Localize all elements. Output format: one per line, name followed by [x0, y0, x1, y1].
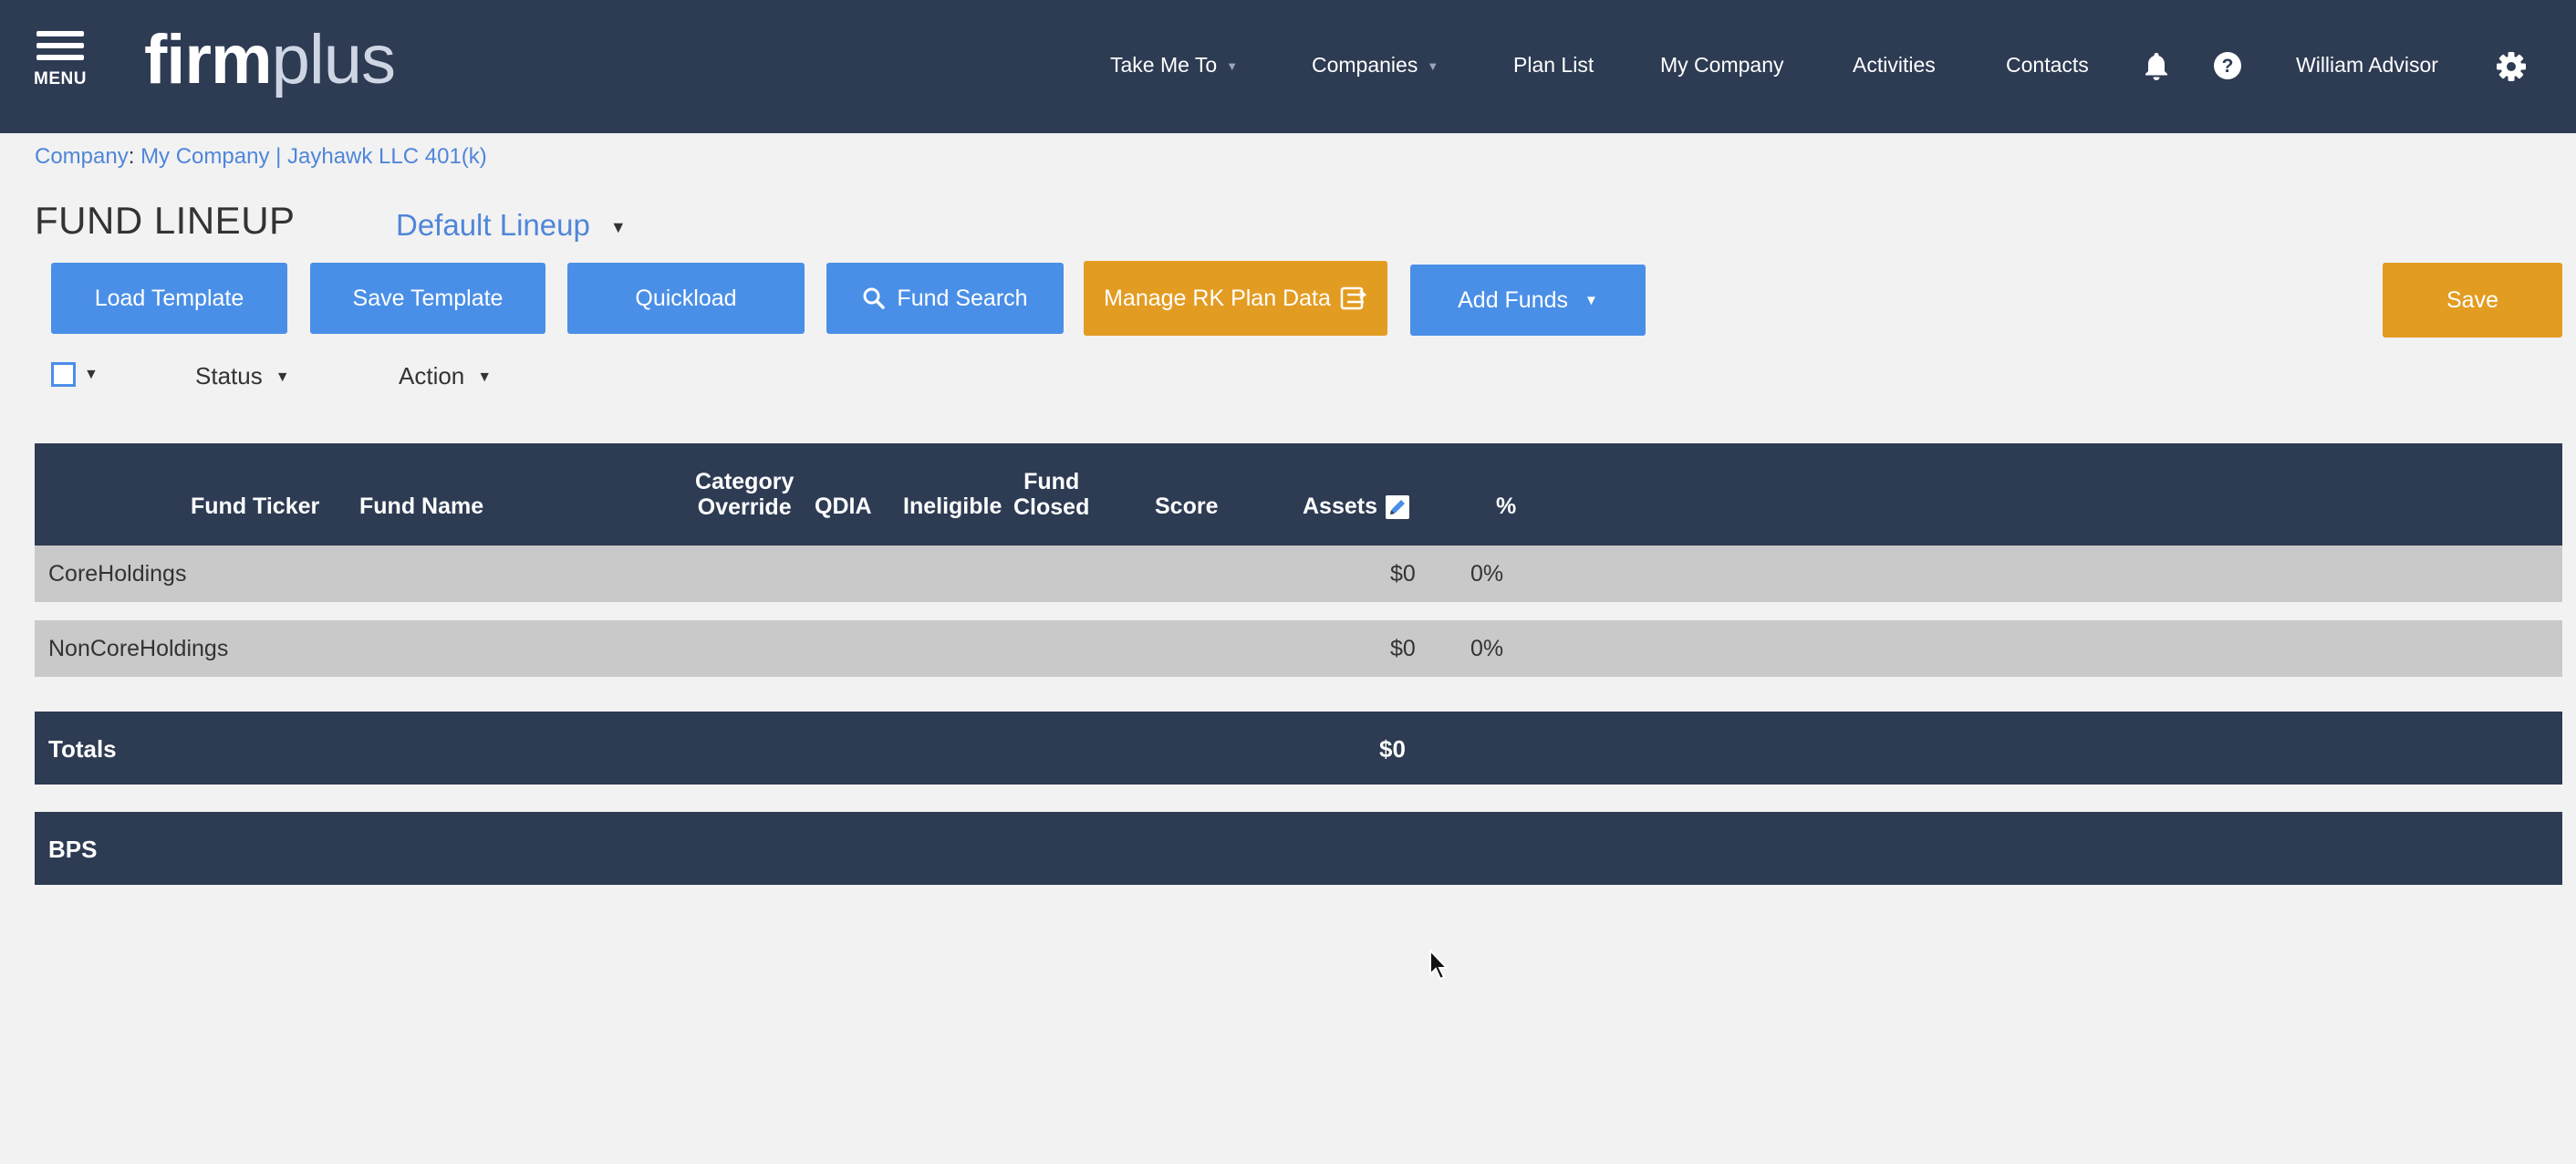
lineup-dropdown-value: Default Lineup: [396, 208, 590, 242]
select-all-checkbox[interactable]: [51, 362, 76, 387]
col-category-override-line2: Override: [697, 494, 792, 520]
bps-label: BPS: [48, 836, 98, 863]
table-row-noncore-holdings[interactable]: NonCoreHoldings $0 0%: [35, 620, 2562, 677]
table-row-core-holdings[interactable]: CoreHoldings $0 0%: [35, 546, 2562, 602]
col-fund-closed-line2: Closed: [1013, 494, 1090, 520]
breadcrumb-current-company[interactable]: My Company | Jayhawk LLC 401(k): [140, 144, 487, 169]
select-dropdown-triangle-icon[interactable]: ▼: [84, 367, 99, 383]
col-fund-name[interactable]: Fund Name: [359, 494, 483, 519]
menu-label: MENU: [34, 69, 87, 88]
group-percent: 0%: [1470, 561, 1504, 587]
col-qdia[interactable]: QDIA: [815, 494, 872, 519]
add-funds-label: Add Funds: [1458, 286, 1569, 313]
col-ineligible[interactable]: Ineligible: [903, 494, 1002, 519]
mouse-cursor-icon: [1428, 948, 1450, 986]
triangle-down-icon: ▼: [275, 369, 290, 386]
nav-companies-label: Companies: [1312, 53, 1418, 77]
col-fund-closed[interactable]: Fund Closed: [1013, 469, 1089, 520]
status-filter-label: Status: [195, 362, 263, 390]
col-category-override[interactable]: Category Override: [695, 469, 794, 520]
group-name: NonCoreHoldings: [48, 636, 229, 661]
triangle-down-icon: ▼: [1584, 292, 1598, 308]
action-filter-label: Action: [399, 362, 465, 390]
logo-plus: plus: [271, 21, 396, 99]
hamburger-icon-bar: [36, 55, 84, 60]
save-template-button[interactable]: Save Template: [310, 263, 545, 334]
quickload-button[interactable]: Quickload: [567, 263, 805, 334]
breadcrumb: Company: My Company | Jayhawk LLC 401(k): [35, 144, 487, 170]
hamburger-icon: [36, 31, 84, 36]
group-name: CoreHoldings: [48, 561, 187, 587]
bell-icon[interactable]: [2144, 51, 2169, 85]
chevron-down-icon: ▼: [1427, 59, 1439, 74]
nav-take-me-to[interactable]: Take Me To ▼: [1110, 53, 1238, 78]
triangle-down-icon: ▼: [609, 217, 627, 236]
export-icon: [1340, 286, 1366, 310]
search-icon: [863, 287, 886, 309]
gear-icon[interactable]: [2496, 51, 2527, 87]
col-fund-ticker[interactable]: Fund Ticker: [191, 494, 319, 519]
breadcrumb-separator: :: [128, 144, 135, 169]
load-template-button[interactable]: Load Template: [51, 263, 287, 334]
breadcrumb-company-link[interactable]: Company: [35, 144, 129, 169]
action-filter[interactable]: Action ▼: [399, 362, 492, 390]
col-assets[interactable]: Assets: [1303, 494, 1377, 519]
manage-rk-label: Manage RK Plan Data: [1104, 285, 1331, 311]
page-title: FUND LINEUP: [35, 199, 296, 242]
fund-search-button[interactable]: Fund Search: [826, 263, 1064, 334]
col-percent[interactable]: %: [1496, 494, 1516, 519]
nav-take-me-to-label: Take Me To: [1110, 53, 1218, 77]
triangle-down-icon: ▼: [477, 369, 493, 386]
totals-label: Totals: [48, 735, 117, 763]
group-assets: $0: [1390, 561, 1416, 587]
manage-rk-plan-data-button[interactable]: Manage RK Plan Data: [1084, 261, 1387, 336]
nav-contacts[interactable]: Contacts: [2006, 53, 2089, 78]
group-percent: 0%: [1470, 636, 1504, 661]
fund-search-label: Fund Search: [897, 285, 1028, 311]
totals-assets: $0: [1379, 735, 1406, 763]
nav-plan-list[interactable]: Plan List: [1513, 53, 1594, 78]
chevron-down-icon: ▼: [1226, 59, 1239, 74]
status-filter[interactable]: Status ▼: [195, 362, 290, 390]
user-menu[interactable]: William Advisor: [2296, 53, 2438, 78]
svg-text:?: ?: [2222, 56, 2234, 77]
add-funds-button[interactable]: Add Funds ▼: [1410, 265, 1646, 336]
top-nav: MENU firmplus Take Me To ▼ Companies ▼ Pla…: [0, 0, 2576, 133]
col-score[interactable]: Score: [1155, 494, 1218, 519]
hamburger-icon-bar: [36, 43, 84, 48]
lineup-dropdown[interactable]: Default Lineup ▼: [396, 208, 627, 243]
nav-my-company[interactable]: My Company: [1660, 53, 1783, 78]
col-category-override-line1: Category: [695, 469, 795, 494]
help-icon[interactable]: ?: [2213, 51, 2242, 85]
logo-firm: firm: [144, 21, 273, 99]
totals-row: Totals $0: [35, 712, 2562, 785]
group-assets: $0: [1390, 636, 1416, 661]
edit-icon[interactable]: [1386, 495, 1409, 519]
menu-button[interactable]: MENU: [33, 31, 88, 95]
nav-activities[interactable]: Activities: [1853, 53, 1936, 78]
firmplus-logo[interactable]: firmplus: [144, 20, 396, 99]
bps-row: BPS: [35, 812, 2562, 885]
col-fund-closed-line1: Fund: [1023, 469, 1080, 494]
save-button[interactable]: Save: [2383, 263, 2562, 338]
fund-table-header: Fund Ticker Fund Name Category Override …: [35, 443, 2562, 546]
nav-companies[interactable]: Companies ▼: [1312, 53, 1439, 78]
